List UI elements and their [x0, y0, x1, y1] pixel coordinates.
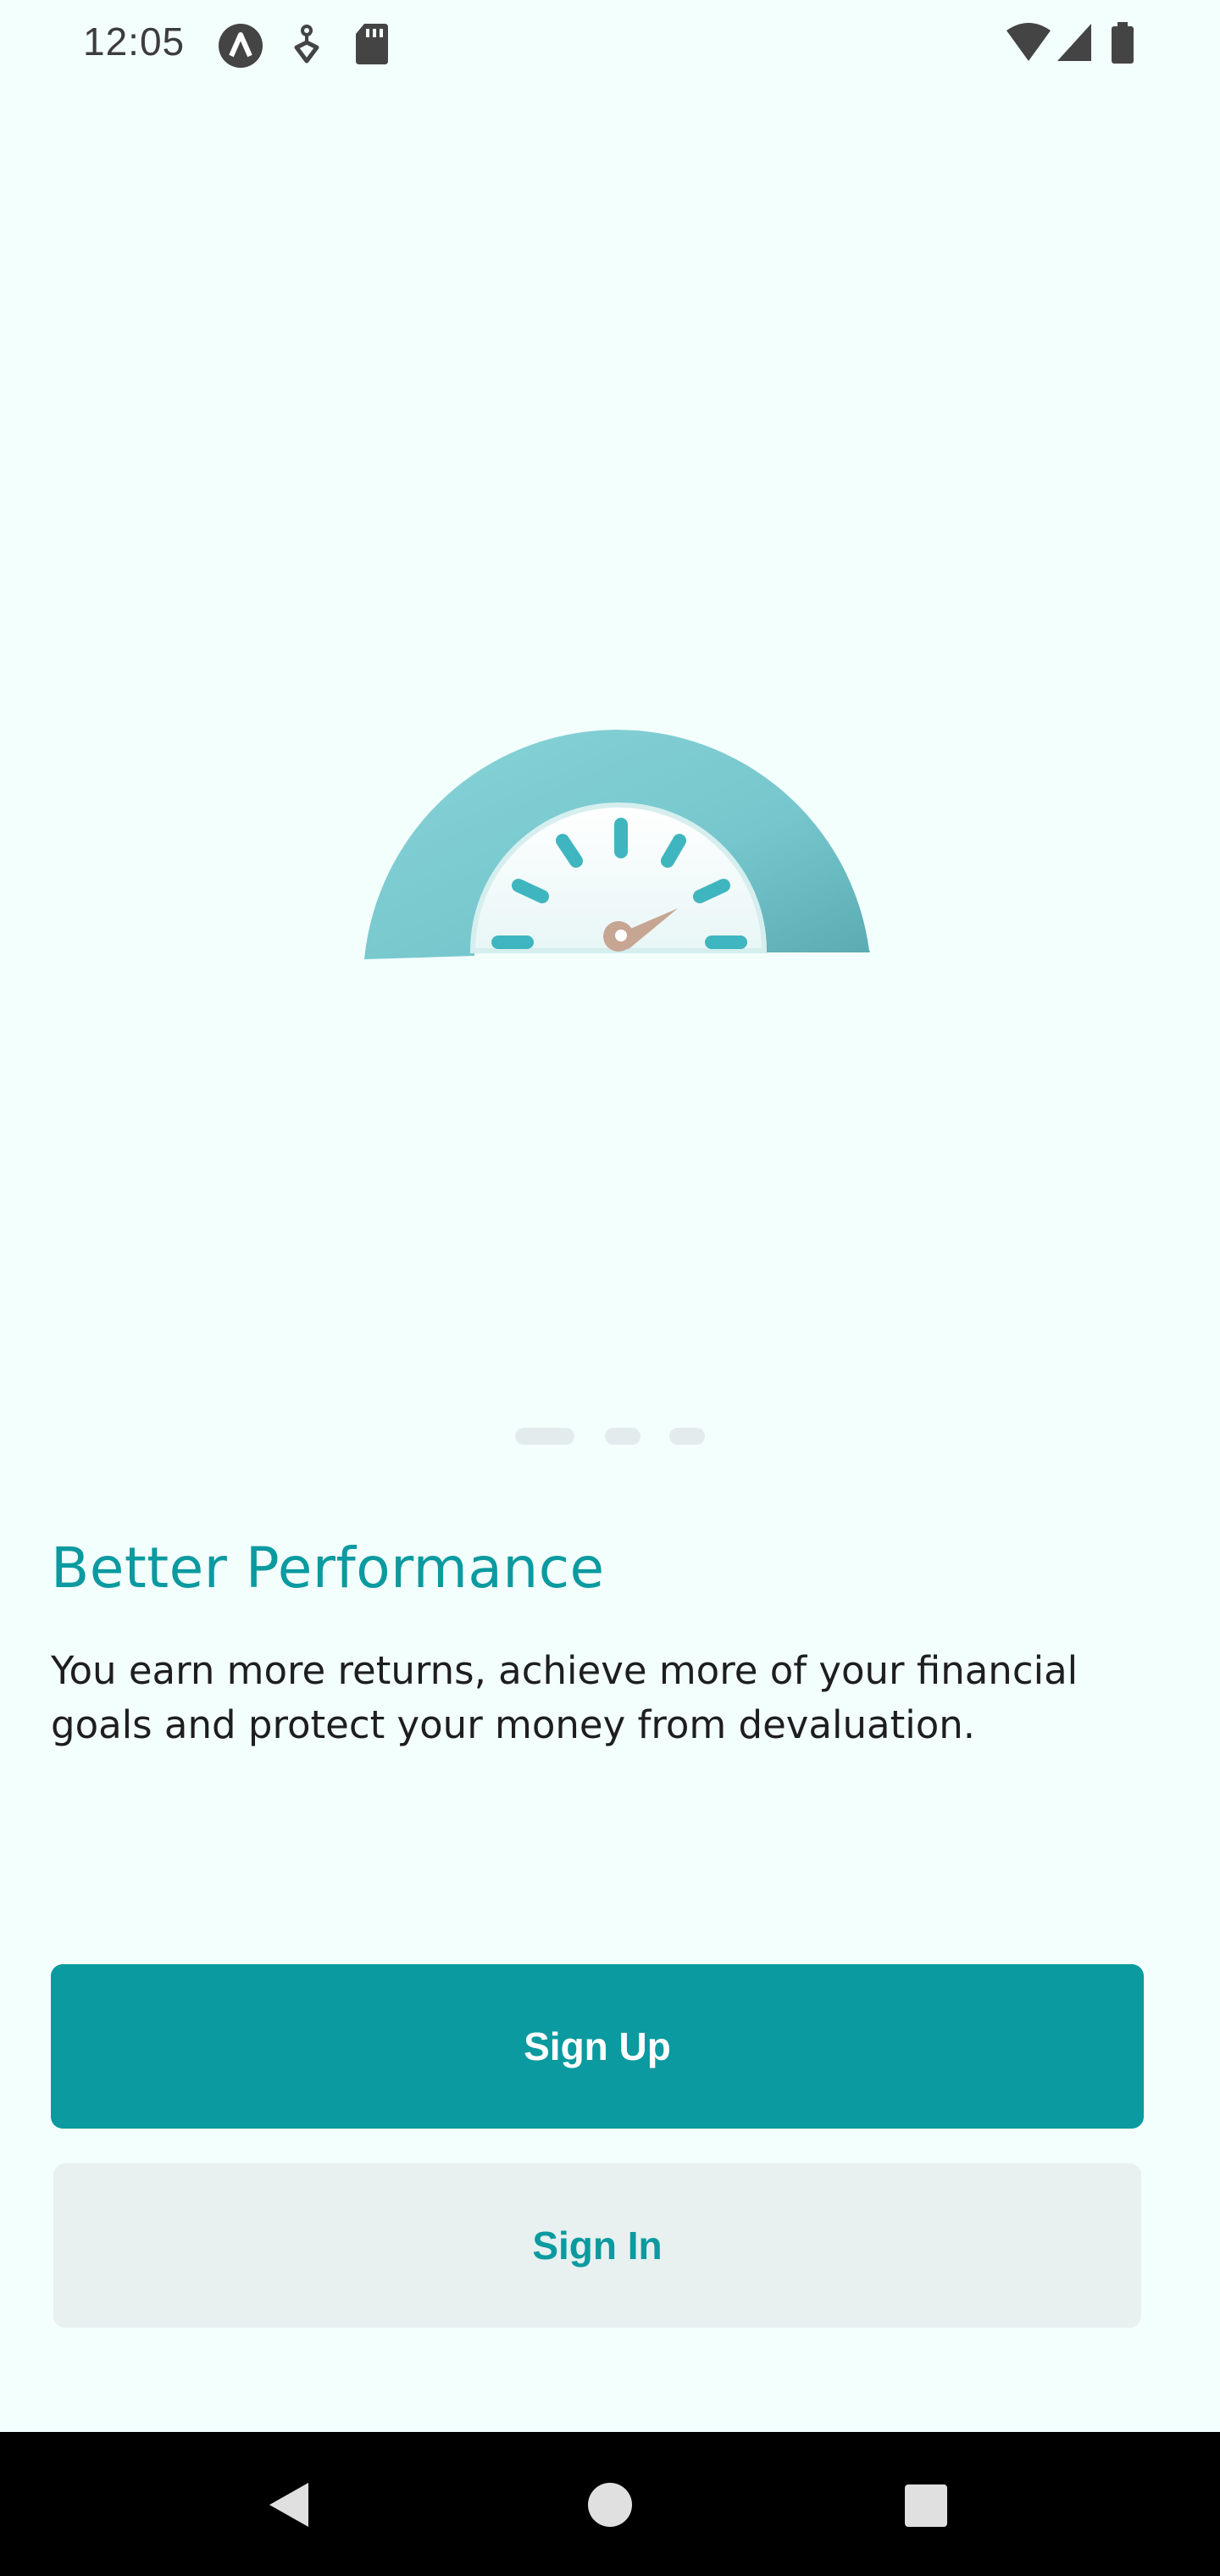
back-icon[interactable] — [263, 2479, 313, 2534]
page-indicator-dot[interactable] — [605, 1428, 640, 1445]
page-indicator-dot[interactable] — [669, 1428, 705, 1445]
home-icon[interactable] — [586, 2481, 634, 2533]
accessibility-a-icon — [217, 22, 264, 74]
status-bar: 12:05 — [0, 0, 1220, 85]
page-title: Better Performance — [51, 1535, 605, 1601]
battery-icon — [1110, 22, 1135, 69]
cell-signal-icon — [1056, 22, 1093, 67]
hero-illustration — [0, 644, 1220, 1000]
usb-debug-icon — [288, 22, 325, 74]
page-description: You earn more returns, achieve more of y… — [51, 1648, 1079, 1747]
system-navigation-bar — [0, 2432, 1220, 2576]
sign-in-button[interactable]: Sign In — [53, 2163, 1141, 2328]
recents-icon[interactable] — [903, 2483, 949, 2533]
status-time: 12:05 — [83, 19, 186, 64]
page-indicator — [0, 1428, 1220, 1448]
sd-card-icon — [354, 22, 390, 70]
sign-up-button[interactable]: Sign Up — [51, 1964, 1144, 2129]
speedometer-gauge-icon — [364, 730, 870, 959]
page-indicator-dot-active[interactable] — [515, 1428, 574, 1445]
wifi-icon — [1005, 22, 1052, 67]
